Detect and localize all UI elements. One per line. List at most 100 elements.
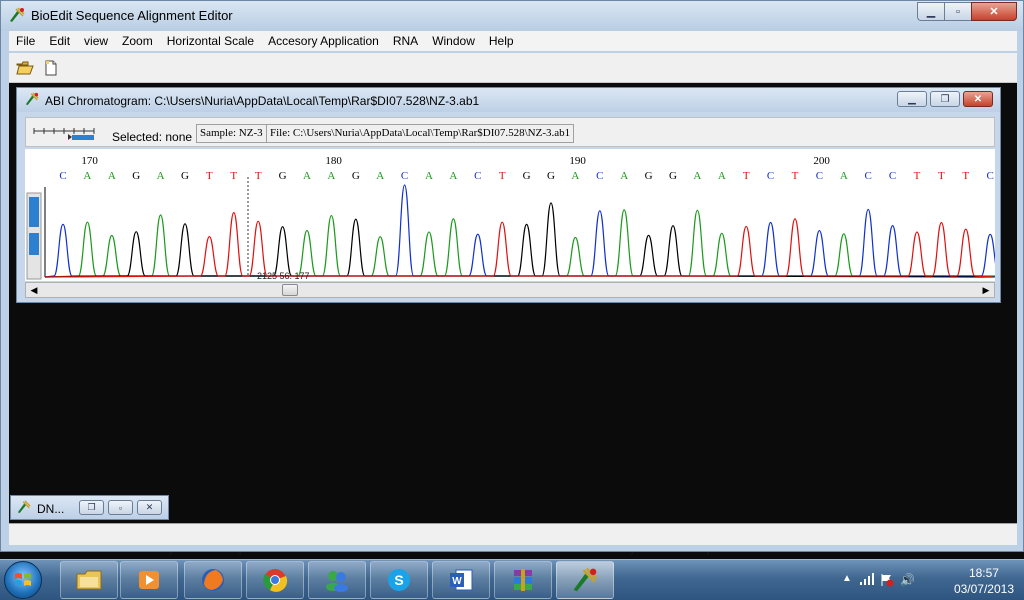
base-call: A	[571, 170, 579, 182]
clock-time: 18:57	[968, 566, 999, 580]
base-call: T	[962, 170, 969, 182]
open-folder-icon	[16, 61, 34, 75]
base-call: T	[499, 170, 506, 182]
start-button[interactable]	[4, 561, 42, 599]
base-call: T	[938, 170, 945, 182]
clock[interactable]: 18:57 03/07/2013	[954, 565, 1014, 597]
show-hidden-icons-icon[interactable]: ▲	[842, 573, 852, 584]
cursor-readout: 2125 56: 177	[257, 271, 310, 281]
base-call: C	[767, 170, 774, 182]
taskbar-bioedit[interactable]	[556, 561, 614, 599]
volume-icon[interactable]: 🔊	[900, 573, 915, 587]
base-call: A	[108, 170, 116, 182]
trace-panel[interactable]: 170 180 190 200 C A A G A G T T T G A A G A C A A C T G G A C A G G A…	[25, 149, 1024, 281]
scroll-left-arrow-icon[interactable]: ◀	[26, 283, 42, 297]
menu-help[interactable]: Help	[482, 34, 521, 48]
base-call: G	[669, 170, 677, 182]
trace-T	[44, 212, 994, 278]
taskbar-word[interactable]: W	[432, 561, 490, 599]
sample-field: Sample: NZ-3	[196, 124, 267, 143]
title-bar[interactable]: BioEdit Sequence Alignment Editor ▁ ▫ ✕	[1, 1, 1023, 31]
minimized-window[interactable]: DN... ❐ ▫ ✕	[10, 495, 169, 520]
position-label: 170	[81, 155, 98, 167]
taskbar-messenger[interactable]	[308, 561, 366, 599]
menu-file[interactable]: File	[9, 34, 42, 48]
vertical-zoom-lower	[29, 233, 39, 255]
menu-rna[interactable]: RNA	[386, 34, 425, 48]
scale-slider[interactable]	[32, 125, 98, 144]
base-call: G	[523, 170, 531, 182]
menu-horizontal-scale[interactable]: Horizontal Scale	[160, 34, 261, 48]
base-call: G	[352, 170, 360, 182]
base-call: T	[206, 170, 213, 182]
windows-logo-icon	[15, 573, 31, 586]
menu-edit[interactable]: Edit	[42, 34, 77, 48]
base-call: A	[449, 170, 457, 182]
taskbar: S W ▲ 🔊 18:57 03/07/2013	[0, 559, 1024, 600]
scroll-right-arrow-icon[interactable]: ▶	[978, 283, 994, 297]
base-call: T	[743, 170, 750, 182]
horizontal-scrollbar[interactable]: ◀ ▶	[25, 282, 995, 298]
base-call: C	[987, 170, 994, 182]
toolbar	[9, 53, 1017, 83]
base-call: A	[157, 170, 165, 182]
min-maximize-button[interactable]: ▫	[108, 500, 133, 515]
base-call: C	[401, 170, 408, 182]
base-call: C	[474, 170, 481, 182]
menu-window[interactable]: Window	[425, 34, 482, 48]
action-center-flag-icon[interactable]	[880, 573, 894, 590]
menu-view[interactable]: view	[77, 34, 115, 48]
base-call: A	[376, 170, 384, 182]
child-restore-button[interactable]: ❐	[930, 91, 960, 107]
chromatogram-title: ABI Chromatogram: C:\Users\Nuria\AppData…	[45, 94, 480, 108]
chromatogram-trace[interactable]: 170 180 190 200 C A A G A G T T T G A A G A C A A C T G G A C A G G A…	[25, 149, 1024, 281]
base-call: A	[620, 170, 628, 182]
clock-date: 03/07/2013	[953, 582, 1014, 596]
file-field: File: C:\Users\Nuria\AppData\Local\Temp\…	[266, 124, 575, 143]
base-call: A	[425, 170, 433, 182]
base-call: T	[792, 170, 799, 182]
base-call: C	[59, 170, 66, 182]
min-close-button[interactable]: ✕	[137, 500, 162, 515]
selected-label: Selected: none	[112, 130, 193, 144]
taskbar-explorer[interactable]	[60, 561, 118, 599]
folder-icon	[76, 570, 102, 590]
vertical-zoom-upper	[29, 197, 39, 227]
base-call: T	[230, 170, 237, 182]
menu-accesory-application[interactable]: Accesory Application	[261, 34, 386, 48]
maximize-button[interactable]: ▫	[944, 2, 971, 21]
position-label: 190	[569, 155, 586, 167]
menu-zoom[interactable]: Zoom	[115, 34, 160, 48]
taskbar-chrome[interactable]	[246, 561, 304, 599]
child-close-button[interactable]: ✕	[963, 91, 993, 107]
system-tray: ▲ 🔊 18:57 03/07/2013	[834, 560, 1024, 600]
taskbar-media-player[interactable]	[120, 561, 178, 599]
skype-icon: S	[388, 569, 410, 591]
new-document-icon	[45, 60, 57, 76]
taskbar-firefox[interactable]	[184, 561, 242, 599]
base-call: G	[547, 170, 555, 182]
svg-text:W: W	[452, 576, 462, 587]
min-restore-button[interactable]: ❐	[79, 500, 104, 515]
open-folder-button[interactable]	[15, 59, 35, 77]
new-document-button[interactable]	[41, 59, 61, 77]
scroll-thumb[interactable]	[282, 284, 298, 296]
chromatogram-title-bar[interactable]: ABI Chromatogram: C:\Users\Nuria\AppData…	[17, 88, 1000, 112]
base-call: A	[840, 170, 848, 182]
minimize-button[interactable]: ▁	[917, 2, 944, 21]
close-button[interactable]: ✕	[971, 2, 1017, 21]
trace-G	[44, 202, 994, 278]
window-title: BioEdit Sequence Alignment Editor	[31, 8, 233, 23]
child-minimize-button[interactable]: ▁	[897, 91, 927, 107]
bioedit-logo-icon	[25, 92, 39, 109]
taskbar-skype[interactable]: S	[370, 561, 428, 599]
network-signal-icon[interactable]	[860, 573, 874, 588]
base-call: C	[816, 170, 823, 182]
base-call: G	[181, 170, 189, 182]
base-call: A	[83, 170, 91, 182]
chrome-icon	[263, 569, 288, 592]
minimized-window-label: DN...	[37, 502, 65, 516]
taskbar-winrar[interactable]	[494, 561, 552, 599]
base-call: G	[279, 170, 287, 182]
base-call: A	[693, 170, 701, 182]
